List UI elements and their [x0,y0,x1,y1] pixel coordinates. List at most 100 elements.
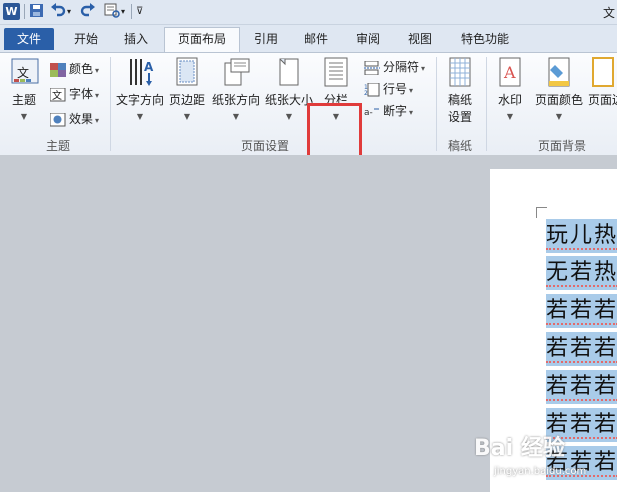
chevron-down-icon: ▼ [232,112,240,121]
tab-view[interactable]: 视图 [398,28,442,50]
manuscript-grid-icon [447,57,473,87]
svg-text:文: 文 [52,89,62,102]
page-color-button[interactable]: 页面颜色 ▼ [533,57,585,121]
chevron-down-icon: ▼ [555,112,563,121]
theme-colors-button[interactable]: 颜色 ▾ [50,59,99,79]
theme-colors-label: 颜色 [69,62,94,76]
theme-group-label: 主题 [45,139,70,153]
document-line[interactable]: 若若若 [546,294,617,328]
document-line[interactable]: 无若热 [546,256,617,290]
page-color-label: 页面颜色 [534,93,583,107]
customize-qat-icon[interactable]: ⊽ [136,3,146,20]
chevron-down-icon: ▾ [95,116,100,125]
chevron-down-icon: ▾ [95,66,100,75]
hyphenation-button[interactable]: a- 断字 ▾ [364,101,413,121]
manuscript-group-label: 稿纸 [447,139,472,153]
themes-label: 主题 [11,93,36,107]
svg-text:A: A [144,60,154,74]
breaks-label: 分隔符 [383,60,420,74]
tab-file[interactable]: 文件 [4,28,54,50]
text-direction-button[interactable]: A 文字方向 ▼ [115,57,165,121]
page-borders-icon [590,57,616,87]
document-line[interactable]: 玩儿热 [546,219,617,253]
document-line[interactable]: 若若若 [546,370,617,404]
watermark-button[interactable]: A 水印 ▼ [492,57,528,121]
document-line[interactable]: 若若若 [546,332,617,366]
line-numbers-icon: 12 [364,82,380,97]
window-title: 文 [602,6,615,20]
chevron-down-icon: ▾ [409,108,414,117]
theme-fonts-button[interactable]: 文字体 ▾ [49,84,100,104]
group-separator [110,57,111,151]
manuscript-settings-button[interactable]: 稿纸 设置 [442,57,478,125]
tab-home[interactable]: 开始 [64,28,108,50]
ribbon-tabs: 文件 开始 插入 页面布局 引用 邮件 审阅 视图 特色功能 [0,25,617,52]
margins-button[interactable]: 页边距 ▼ [167,57,207,121]
svg-text:文: 文 [17,65,29,80]
redo-icon[interactable] [80,3,96,20]
group-separator [436,57,437,151]
watermark-label: 水印 [497,93,522,107]
orientation-button[interactable]: 纸张方向 ▼ [210,57,262,121]
group-separator [486,57,487,151]
tab-review[interactable]: 审阅 [346,28,390,50]
themes-icon: 文 [11,57,39,87]
margins-label: 页边距 [168,93,205,107]
quick-access-toolbar: W ▾ ▾ ⊽ 文 [0,0,617,25]
qat-more-dropdown-icon[interactable]: ▾ [121,3,127,20]
save-icon[interactable] [29,3,45,20]
themes-button[interactable]: 文 主题 ▼ [6,57,42,121]
chevron-down-icon: ▼ [20,112,28,121]
watermark-icon: A [497,57,523,87]
chevron-down-icon: ▼ [136,112,144,121]
svg-text:a-: a- [364,108,373,118]
manuscript-settings-label-1: 稿纸 [447,93,472,107]
palette-icon [50,62,66,77]
page-color-icon [546,57,572,87]
chevron-down-icon: ▾ [95,91,100,100]
text-direction-icon: A [127,57,154,87]
undo-icon[interactable] [50,3,66,20]
orientation-label: 纸张方向 [211,93,260,107]
svg-text:2: 2 [364,90,368,97]
hyphenation-icon: a- [364,105,380,119]
chevron-down-icon: ▼ [183,112,191,121]
margins-icon [174,57,200,87]
tab-mailings[interactable]: 邮件 [294,28,338,50]
chevron-down-icon: ▾ [421,64,426,73]
manuscript-settings-label-2: 设置 [447,110,472,124]
line-numbers-label: 行号 [383,82,408,96]
qat-separator [24,4,25,19]
page-background-group-label: 页面背景 [537,139,586,153]
font-icon: 文 [49,87,66,102]
tab-page-layout[interactable]: 页面布局 [164,27,240,52]
undo-dropdown-icon[interactable]: ▾ [67,3,73,20]
tab-insert[interactable]: 插入 [114,28,158,50]
theme-effects-label: 效果 [69,112,94,126]
columns-icon [323,57,349,87]
word-app-icon[interactable]: W [3,3,20,20]
breaks-icon [364,60,380,75]
text-direction-label: 文字方向 [115,93,164,107]
theme-fonts-label: 字体 [69,87,94,101]
hyphenation-label: 断字 [383,104,408,118]
chevron-down-icon: ▼ [506,112,514,121]
qat-separator [131,4,132,19]
theme-effects-button[interactable]: 效果 ▾ [49,109,100,129]
tab-special-features[interactable]: 特色功能 [452,28,518,50]
tab-references[interactable]: 引用 [244,28,288,50]
chevron-down-icon: ▾ [409,86,414,95]
line-numbers-button[interactable]: 1 2 行号 ▾ [364,79,413,99]
page-setup-group-label: 页面设置 [240,139,289,153]
page-size-icon [276,57,302,87]
effects-icon [49,112,66,127]
page-borders-button[interactable]: 页面边 [588,57,617,108]
breaks-button[interactable]: 分隔符 ▾ [364,57,425,77]
baidu-watermark-url: jingyan.baidu.com [494,466,587,477]
baidu-watermark: Bai 经验 [474,436,565,461]
page-borders-label: 页面边 [588,93,617,107]
print-preview-icon[interactable] [103,3,121,20]
orientation-icon [223,57,250,87]
ribbon: 文 主题 ▼ 颜色 ▾ 文字体 ▾ 效果 ▾ 主题 A 文字方向 ▼ 页边距 ▼ 纸张… [0,52,617,203]
svg-text:A: A [503,63,516,82]
